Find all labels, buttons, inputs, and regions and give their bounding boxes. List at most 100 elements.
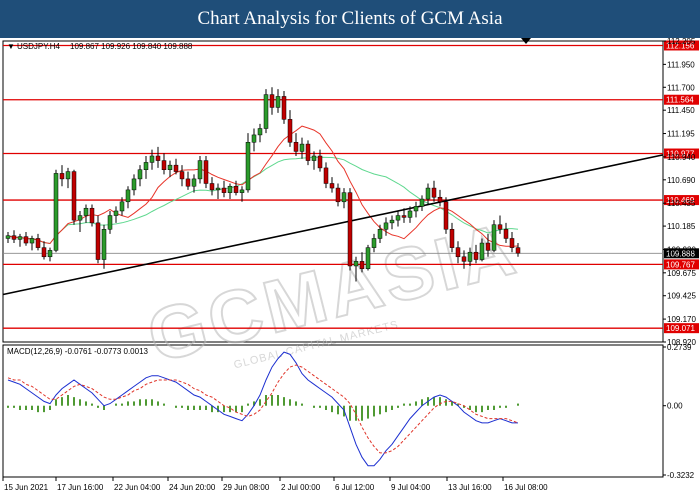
candle-body — [239, 189, 245, 193]
candle-body — [353, 261, 359, 267]
candle-body — [365, 247, 371, 269]
candle-body — [155, 155, 161, 161]
macd-label: MACD(12,26,9) -0.0761 -0.0773 0.0013 — [7, 347, 149, 356]
price-axis-label: 110.435 — [667, 199, 696, 208]
time-axis-label: 16 Jul 08:00 — [504, 483, 548, 492]
price-axis-label: 111.700 — [667, 83, 695, 92]
candle-body — [437, 196, 443, 203]
candle-body — [137, 169, 143, 180]
price-axis-label: 109.675 — [667, 269, 696, 278]
candle-body — [221, 187, 227, 193]
page-title: Chart Analysis for Clients of GCM Asia — [0, 0, 700, 38]
candle-body — [341, 192, 347, 203]
candle-body — [269, 94, 275, 108]
time-axis-label: 15 Jun 2021 — [4, 483, 49, 492]
candle — [491, 220, 497, 253]
candle-body — [449, 229, 455, 248]
candle-body — [287, 119, 293, 143]
candle-body — [215, 187, 221, 191]
candle-body — [161, 160, 167, 170]
candle-body — [407, 210, 413, 218]
candle — [53, 169, 59, 253]
candle-body — [149, 155, 155, 163]
candle-body — [47, 250, 53, 258]
time-axis-label: 17 Jun 16:00 — [57, 483, 104, 492]
candle — [443, 197, 449, 234]
candle-body — [89, 207, 95, 224]
candle-body — [377, 229, 383, 239]
candle-body — [83, 207, 89, 216]
candle-body — [497, 224, 503, 230]
time-axis-label: 22 Jun 04:00 — [114, 483, 161, 492]
trading-chart[interactable]: GCMASIA GLOBAL CAPITAL MARKETS 112.15611… — [0, 38, 700, 500]
candle-body — [503, 229, 509, 239]
time-axis-label: 13 Jul 16:00 — [448, 483, 492, 492]
candle-body — [245, 141, 251, 191]
candle-body — [167, 164, 173, 170]
candle-body — [173, 164, 179, 172]
candle-body — [461, 256, 467, 262]
candle-body — [467, 251, 473, 262]
candle-body — [95, 222, 101, 260]
candle-body — [203, 160, 209, 184]
price-axis-label: 110.690 — [667, 176, 696, 185]
candle — [347, 188, 353, 271]
candle-body — [185, 178, 191, 187]
instrument-label: USDJPY.H4 — [17, 42, 61, 51]
candle — [245, 133, 251, 193]
macd-axis-label: -0.3232 — [667, 471, 695, 480]
candle-body — [17, 236, 23, 240]
candle-body — [113, 210, 119, 216]
time-axis-label: 9 Jul 04:00 — [391, 483, 431, 492]
price-axis-label: 109.170 — [667, 315, 696, 324]
candle-body — [125, 189, 131, 203]
candle-body — [209, 183, 215, 191]
candle-body — [131, 178, 137, 191]
candle-body — [305, 143, 311, 161]
candle-body — [509, 238, 515, 248]
price-axis-label: 112.205 — [667, 38, 696, 46]
candle — [203, 155, 209, 189]
candle-body — [59, 173, 65, 180]
candle-body — [479, 242, 485, 260]
candle-body — [101, 229, 107, 260]
collapse-arrow-icon[interactable]: ▼ — [7, 42, 15, 51]
level-tag-label: 109.071 — [666, 324, 695, 333]
candle-body — [485, 242, 491, 251]
price-axis-label: 110.940 — [667, 153, 696, 162]
candle-body — [359, 261, 365, 269]
candle — [263, 89, 269, 134]
candle-body — [413, 206, 419, 212]
candle-body — [65, 171, 71, 180]
candle-body — [383, 222, 389, 230]
candle-body — [23, 236, 29, 244]
candle-body — [335, 187, 341, 203]
candle-body — [347, 192, 353, 267]
candle-body — [491, 224, 497, 251]
candle-body — [179, 171, 185, 180]
candle-body — [35, 238, 41, 248]
candle-body — [311, 155, 317, 161]
price-axis-label: 110.185 — [667, 222, 696, 231]
candle — [95, 215, 101, 264]
candle-body — [119, 201, 125, 212]
candle-body — [395, 215, 401, 221]
candle-body — [53, 173, 59, 251]
candle-body — [419, 198, 425, 207]
price-axis-label: 109.425 — [667, 292, 696, 301]
candle-body — [323, 167, 329, 184]
candle-body — [71, 171, 77, 221]
candle-body — [11, 235, 17, 240]
candle-body — [41, 247, 47, 258]
candle-body — [515, 247, 521, 254]
candle-body — [299, 143, 305, 152]
candle-body — [389, 219, 395, 224]
macd-axis-label: 0.00 — [667, 402, 683, 411]
candle-body — [191, 178, 197, 187]
candle-body — [371, 238, 377, 248]
candle-body — [281, 96, 287, 120]
candle-body — [317, 155, 323, 169]
macd-axis-label: 0.2739 — [667, 343, 692, 352]
candle-body — [443, 201, 449, 230]
candle-body — [233, 185, 239, 193]
